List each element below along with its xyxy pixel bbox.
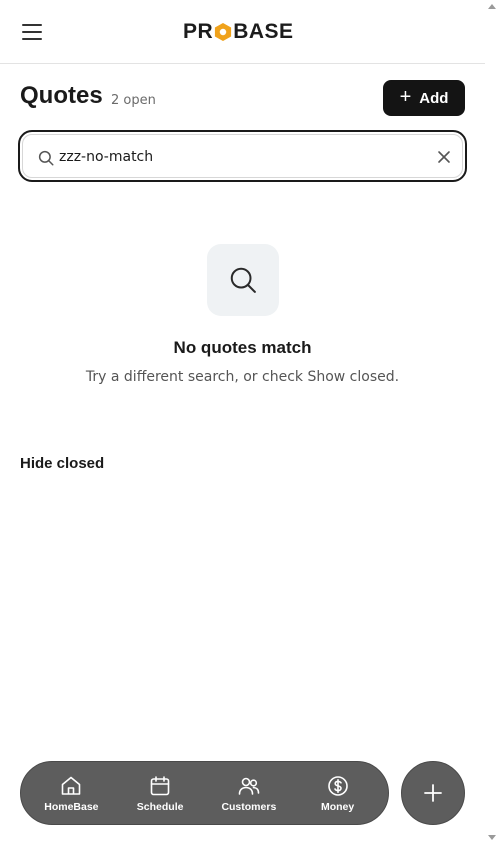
empty-state-title: No quotes match (173, 338, 312, 357)
plus-icon: + (399, 86, 412, 108)
app-root: PR BASE Quotes 2 open + Add zzz-no-match… (0, 0, 485, 845)
scroll-down-arrow-icon[interactable] (488, 835, 496, 840)
nav-label-schedule: Schedule (136, 800, 184, 813)
nav-item-money[interactable]: Money (298, 774, 378, 813)
nav-label-money: Money (320, 800, 355, 813)
search-input[interactable] (59, 143, 389, 171)
empty-state-icon-box (207, 244, 279, 316)
search-field (18, 130, 467, 182)
bottom-navigation: HomeBase Schedule Customers Money (20, 761, 389, 825)
search-icon (38, 150, 54, 166)
hamburger-menu-icon[interactable] (20, 22, 44, 42)
nav-item-homebase[interactable]: HomeBase (31, 774, 111, 813)
logo-hexagon-icon (214, 22, 232, 42)
probase-logo[interactable]: PR BASE (183, 18, 294, 46)
plus-icon (424, 784, 442, 802)
nav-label-customers: Customers (221, 800, 277, 813)
scroll-up-arrow-icon[interactable] (488, 4, 496, 9)
clear-search-icon[interactable] (436, 149, 452, 165)
quick-add-fab[interactable] (401, 761, 465, 825)
title-row: Quotes 2 open + Add (20, 80, 465, 116)
search-box (22, 134, 463, 178)
logo-text-left: PR (183, 20, 214, 43)
empty-state-subtitle: Try a different search, or check Show cl… (85, 369, 400, 385)
add-quote-button[interactable]: + Add (383, 80, 465, 116)
add-button-label: Add (419, 89, 449, 107)
open-count-badge: 2 open (111, 93, 156, 108)
home-icon (62, 776, 81, 795)
calendar-icon (150, 775, 170, 795)
nav-label-homebase: HomeBase (44, 800, 99, 813)
top-bar: PR BASE (0, 0, 485, 64)
logo-text-right: BASE (233, 20, 294, 43)
customers-icon (238, 777, 260, 795)
nav-item-schedule[interactable]: Schedule (120, 774, 200, 813)
search-icon (230, 267, 256, 293)
hide-closed-toggle[interactable]: Hide closed (20, 455, 104, 472)
page-title: Quotes (20, 82, 103, 109)
nav-item-customers[interactable]: Customers (209, 774, 289, 813)
dollar-icon (327, 775, 348, 796)
page-scrollbar[interactable] (485, 0, 500, 845)
